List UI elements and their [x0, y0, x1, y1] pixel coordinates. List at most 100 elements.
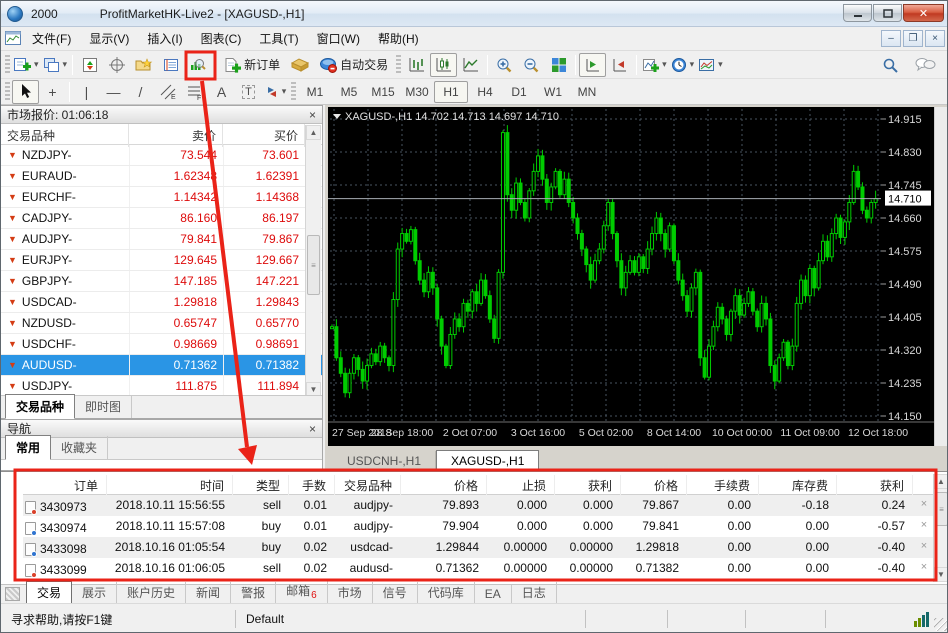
order-column-header[interactable]: 类型 — [233, 475, 289, 496]
symbol-row[interactable]: ▼ NZDUSD- 0.65747 0.65770 — [1, 313, 322, 334]
timeframe-button[interactable]: W1 — [536, 81, 570, 103]
toolbox-button[interactable] — [286, 53, 313, 77]
terminal-tab[interactable]: 代码库 — [418, 582, 475, 603]
dropdown-icon[interactable]: ▾ — [63, 59, 68, 70]
timeframe-button[interactable]: MN — [570, 81, 604, 103]
window-minimize-button[interactable] — [843, 4, 872, 22]
symbol-row[interactable]: ▼ EURCHF- 1.14342 1.14368 — [1, 187, 322, 208]
chart-tab[interactable]: USDCNH-,H1 — [333, 451, 437, 471]
close-order-icon[interactable]: × — [913, 516, 933, 537]
fibonacci-button[interactable]: F — [181, 80, 208, 104]
symbol-row[interactable]: ▼ NZDJPY- 73.544 73.601 — [1, 145, 322, 166]
column-symbol[interactable]: 交易品种 — [1, 124, 129, 147]
scroll-down-icon[interactable]: ▼ — [934, 567, 947, 582]
order-column-header[interactable]: 交易品种 — [335, 475, 401, 496]
order-column-header[interactable]: 获利 — [837, 475, 913, 496]
order-column-header[interactable]: 止损 — [487, 475, 555, 496]
chat-button[interactable] — [912, 53, 939, 77]
chart-close-button[interactable]: × — [925, 30, 945, 47]
order-column-header[interactable]: 时间 — [107, 475, 233, 496]
terminal-panel-icon[interactable] — [5, 587, 20, 601]
terminal-tab[interactable]: 信号 — [373, 582, 418, 603]
new-chart-button[interactable]: ▾ — [12, 53, 41, 77]
zoom-in-button[interactable] — [491, 53, 518, 77]
navigator-tab[interactable]: 收藏夹 — [51, 436, 109, 459]
order-column-header[interactable]: 订单 — [23, 475, 107, 496]
toolbar-grip[interactable] — [5, 54, 10, 75]
terminal-tab[interactable]: 新闻 — [186, 582, 232, 603]
order-row[interactable]: 3430974 2018.10.11 15:57:08 buy 0.01 aud… — [23, 516, 933, 537]
equidistant-channel-button[interactable]: E — [154, 80, 181, 104]
window-maximize-button[interactable] — [873, 4, 902, 22]
close-icon[interactable]: × — [309, 109, 316, 121]
scroll-up-icon[interactable]: ▲ — [934, 474, 947, 489]
terminal-button[interactable] — [157, 53, 184, 77]
data-window-button[interactable] — [103, 53, 130, 77]
toolbar-grip[interactable] — [291, 81, 296, 102]
new-order-button[interactable]: 新订单 — [218, 53, 286, 77]
timeframe-button[interactable]: H1 — [434, 80, 468, 103]
order-column-header[interactable]: 手续费 — [687, 475, 759, 496]
order-column-header[interactable]: 手数 — [289, 475, 335, 496]
navigator-button[interactable] — [130, 53, 157, 77]
timeframe-button[interactable]: M15 — [366, 81, 400, 103]
chart-minimize-button[interactable]: – — [881, 30, 901, 47]
text-button[interactable]: A — [208, 80, 235, 104]
line-chart-button[interactable] — [457, 53, 484, 77]
market-watch-scrollbar[interactable]: ▲ ≡ ▼ — [305, 125, 321, 397]
horizontal-line-button[interactable]: — — [100, 80, 127, 104]
order-row[interactable]: 3430973 2018.10.11 15:56:55 sell 0.01 au… — [23, 495, 933, 516]
scrollbar-thumb[interactable]: ≡ — [307, 235, 320, 295]
navigator-tab[interactable]: 常用 — [5, 435, 52, 460]
market-watch-tab[interactable]: 交易品种 — [5, 394, 76, 419]
terminal-tab[interactable]: 日志 — [512, 582, 557, 603]
tile-windows-button[interactable] — [545, 53, 572, 77]
symbol-row[interactable]: ▼ USDCAD- 1.29818 1.29843 — [1, 292, 322, 313]
timeframe-button[interactable]: D1 — [502, 81, 536, 103]
templates-button[interactable]: ▾ — [696, 53, 725, 77]
symbol-row[interactable]: ▼ AUDJPY- 79.841 79.867 — [1, 229, 322, 250]
column-buy[interactable]: 买价 — [223, 124, 305, 147]
terminal-scrollbar[interactable]: ▲ ≡ ▼ — [933, 474, 947, 582]
window-close-button[interactable]: ✕ — [903, 4, 944, 22]
order-row[interactable]: 3433098 2018.10.16 01:05:54 buy 0.02 usd… — [23, 537, 933, 558]
chart-restore-button[interactable]: ❐ — [903, 30, 923, 47]
timeframe-button[interactable]: H4 — [468, 81, 502, 103]
cursor-button[interactable] — [12, 79, 39, 104]
symbol-row[interactable]: ▼ EURAUD- 1.62348 1.62391 — [1, 166, 322, 187]
periods-button[interactable]: ▾ — [669, 53, 697, 77]
toolbar-grip[interactable] — [396, 54, 402, 75]
chart-tab[interactable]: XAGUSD-,H1 — [436, 450, 540, 472]
market-watch-tab[interactable]: 即时图 — [75, 395, 133, 418]
close-order-icon[interactable]: × — [913, 495, 933, 516]
search-button[interactable] — [877, 53, 904, 77]
symbol-row[interactable]: ▼ AUDUSD- 0.71362 0.71382 — [1, 355, 322, 376]
autotrading-button[interactable]: 自动交易 — [313, 53, 394, 77]
terminal-tab[interactable]: 展示 — [72, 582, 118, 603]
order-column-header[interactable]: 获利 — [555, 475, 621, 496]
menu-item[interactable]: 图表(C) — [192, 27, 251, 50]
menu-item[interactable]: 窗口(W) — [308, 27, 369, 50]
zoom-out-button[interactable] — [518, 53, 545, 77]
trendline-button[interactable]: / — [127, 80, 154, 104]
timeframe-button[interactable]: M30 — [400, 81, 434, 103]
bar-chart-button[interactable] — [403, 53, 430, 77]
dropdown-icon[interactable]: ▾ — [690, 59, 695, 70]
dropdown-icon[interactable]: ▾ — [662, 59, 667, 70]
profiles-button[interactable]: ▾ — [41, 53, 70, 77]
symbol-row[interactable]: ▼ USDCHF- 0.98669 0.98691 — [1, 334, 322, 355]
column-sell[interactable]: 卖价 — [129, 124, 223, 147]
terminal-tab[interactable]: 交易 — [26, 581, 73, 604]
timeframe-button[interactable]: M1 — [298, 81, 332, 103]
menu-item[interactable]: 工具(T) — [250, 27, 307, 50]
status-profile[interactable]: Default — [236, 610, 586, 628]
market-watch-button[interactable] — [76, 53, 103, 77]
symbol-row[interactable]: ▼ CADJPY- 86.160 86.197 — [1, 208, 322, 229]
dropdown-icon[interactable]: ▾ — [282, 86, 287, 97]
symbol-row[interactable]: ▼ EURJPY- 129.645 129.667 — [1, 250, 322, 271]
terminal-tab[interactable]: 警报 — [231, 582, 277, 603]
workspace-scrollbar[interactable] — [934, 107, 947, 446]
scroll-up-icon[interactable]: ▲ — [306, 125, 321, 140]
strategy-tester-button[interactable] — [184, 53, 211, 77]
timeframe-button[interactable]: M5 — [332, 81, 366, 103]
